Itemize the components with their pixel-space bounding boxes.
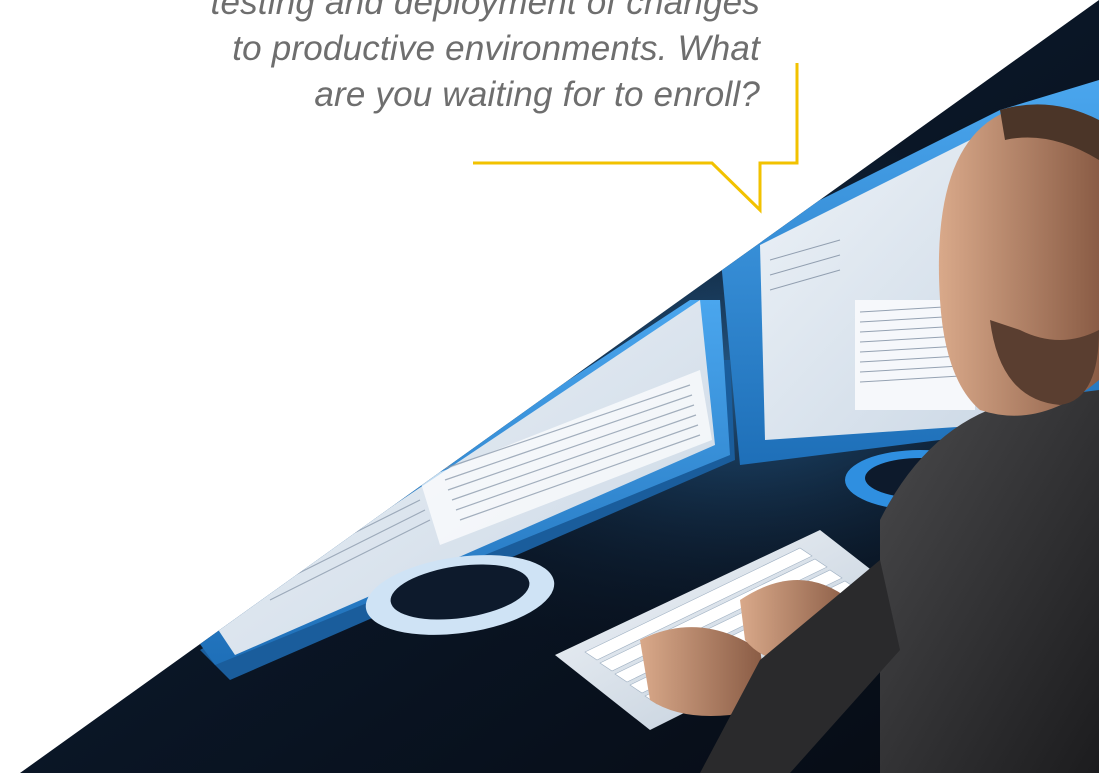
- quote-text: testing and deployment of changes to pro…: [120, 0, 760, 118]
- hero-section: testing and deployment of changes to pro…: [0, 0, 1099, 773]
- quote-line-1: testing and deployment of changes: [210, 0, 760, 22]
- quote-line-2: to productive environments. What: [232, 29, 760, 68]
- quote-line-3: are you waiting for to enroll?: [314, 75, 760, 114]
